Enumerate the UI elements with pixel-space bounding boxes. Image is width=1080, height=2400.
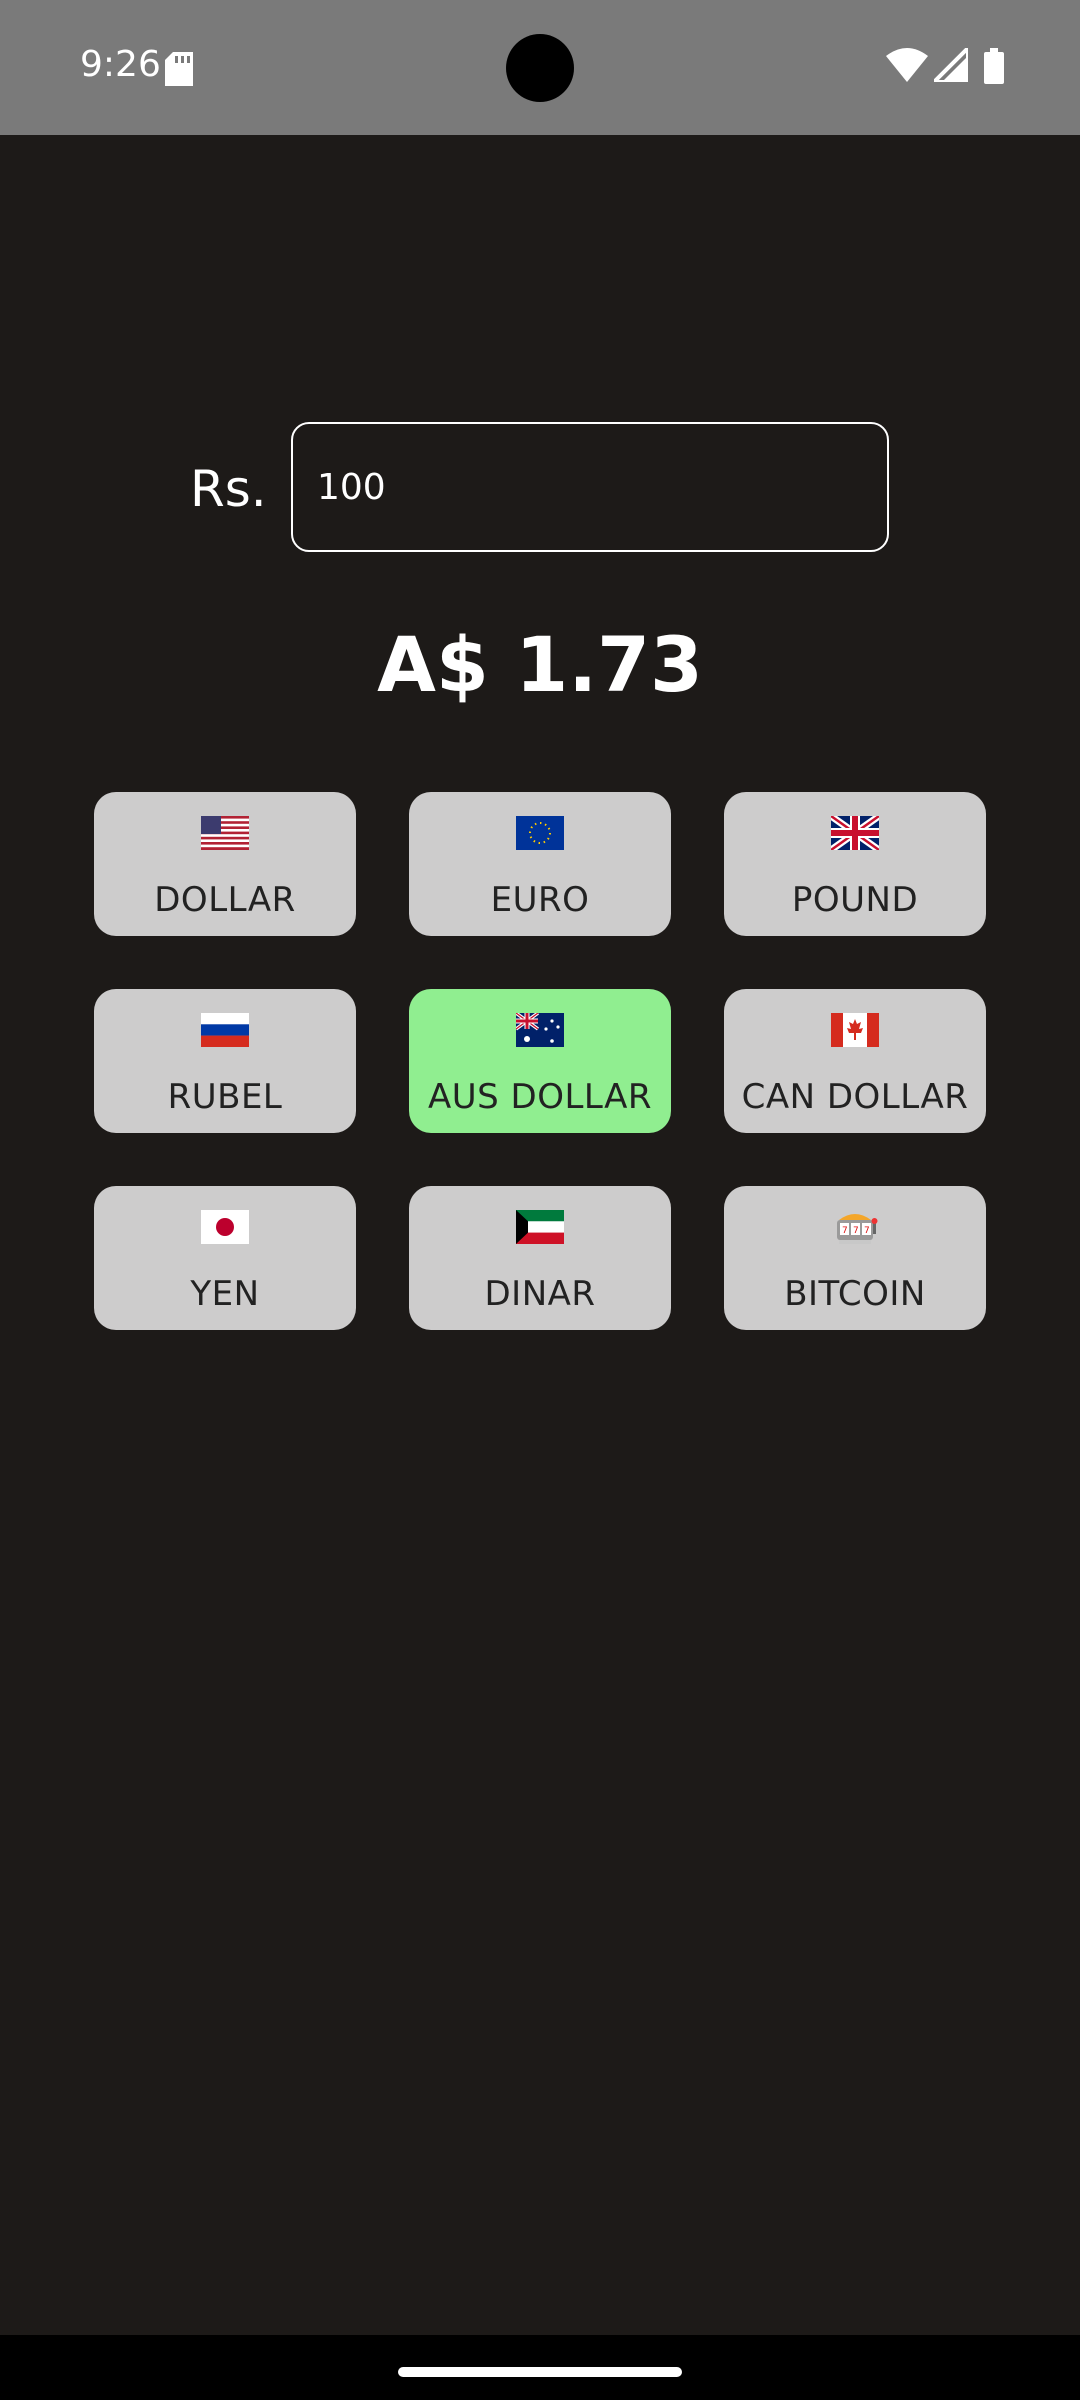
navigation-bar (0, 2335, 1080, 2400)
kuwait-flag-icon (516, 1210, 564, 1244)
button-label: DOLLAR (154, 880, 296, 920)
canada-flag-icon (831, 1013, 879, 1047)
slot-machine-icon: 7 7 7 (831, 1210, 879, 1244)
rubel-button[interactable]: RUBEL (94, 989, 356, 1133)
button-label: CAN DOLLAR (741, 1077, 969, 1117)
battery-icon (984, 48, 1004, 89)
aus-dollar-button[interactable]: AUS DOLLAR (409, 989, 671, 1133)
status-bar: 9:26 (0, 0, 1080, 135)
pound-button[interactable]: POUND (724, 792, 986, 936)
euro-button[interactable]: EURO (409, 792, 671, 936)
wifi-icon (886, 48, 928, 87)
currency-prefix-label: Rs. (190, 460, 267, 518)
button-label: EURO (490, 880, 590, 920)
sd-card-icon (165, 52, 193, 91)
svg-text:7: 7 (853, 1226, 859, 1236)
australia-flag-icon (516, 1013, 564, 1047)
us-flag-icon (201, 816, 249, 850)
eu-flag-icon (516, 816, 564, 850)
home-gesture-handle[interactable] (398, 2367, 682, 2377)
button-label: BITCOIN (784, 1274, 926, 1314)
dollar-button[interactable]: DOLLAR (94, 792, 356, 936)
japan-flag-icon (201, 1210, 249, 1244)
conversion-result: A$ 1.73 (377, 620, 703, 709)
can-dollar-button[interactable]: CAN DOLLAR (724, 989, 986, 1133)
button-label: YEN (190, 1274, 260, 1314)
button-label: POUND (791, 880, 919, 920)
amount-input[interactable] (291, 422, 889, 552)
button-label: RUBEL (167, 1077, 283, 1117)
svg-text:7: 7 (864, 1226, 870, 1236)
uk-flag-icon (831, 816, 879, 850)
cell-signal-icon (929, 43, 970, 87)
status-time: 9:26 (80, 44, 161, 85)
bitcoin-button[interactable]: 7 7 7 BITCOIN (724, 1186, 986, 1330)
button-label: AUS DOLLAR (427, 1077, 653, 1117)
front-camera (506, 34, 574, 102)
button-label: DINAR (484, 1274, 596, 1314)
dinar-button[interactable]: DINAR (409, 1186, 671, 1330)
svg-text:7: 7 (842, 1226, 848, 1236)
yen-button[interactable]: YEN (94, 1186, 356, 1330)
russia-flag-icon (201, 1013, 249, 1047)
